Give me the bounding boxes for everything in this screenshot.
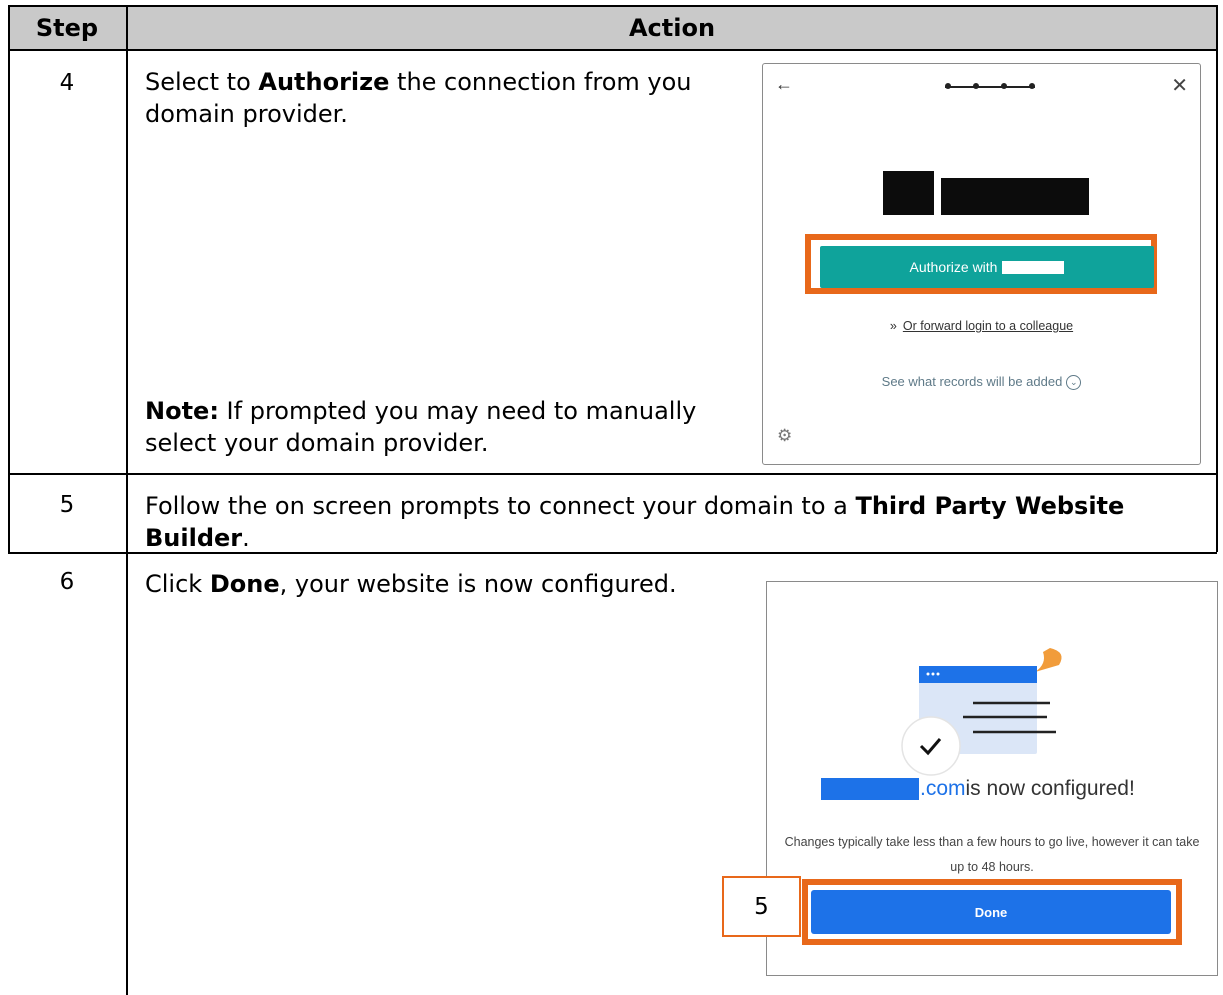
grid-line [1216,5,1218,552]
grid-line [126,5,128,995]
step-5-text: Follow the on screen prompts to connect … [145,492,1125,552]
authorize-dialog-screenshot: ← ✕ Authorize with » Or forward login to … [762,63,1201,465]
chevron-down-icon: ⌄ [1066,375,1082,391]
step-4-note: Note: If prompted you may need to manual… [145,397,697,457]
done-button[interactable]: Done [811,890,1171,934]
step-callout: 5 [722,876,801,937]
see-records-toggle[interactable]: See what records will be added ⌄ [763,374,1200,391]
step-6-text: Click Done, your website is now configur… [145,570,677,598]
header-step: Step [35,13,99,42]
redacted-domain [821,778,919,800]
gear-icon[interactable]: ⚙ [777,426,792,446]
authorize-button[interactable]: Authorize with [820,246,1154,288]
step-number: 6 [59,569,75,595]
configured-dialog-screenshot: .com is now configured! Changes typicall… [766,581,1218,976]
browser-check-illustration [901,648,1062,776]
forward-login: » Or forward login to a colleague [763,319,1200,333]
step-number: 5 [59,492,75,518]
redacted-provider [1002,260,1065,274]
forward-login-link[interactable]: Or forward login to a colleague [903,319,1073,333]
progress-steps [945,83,1035,89]
grid-line [8,49,1217,51]
grid-line [8,5,1217,7]
configured-headline: .com is now configured! [821,777,1135,801]
step-number: 4 [59,70,75,96]
double-chevron-icon: » [889,319,897,333]
configured-subtext: Changes typically take less than a few h… [784,835,1200,874]
step-4-text: Select to Authorize the connection from … [145,68,692,128]
provider-name-redacted [941,178,1089,215]
header-action: Action [628,13,716,42]
provider-logo-redacted [883,171,934,215]
grid-line [8,473,1217,475]
close-icon[interactable]: ✕ [1171,73,1188,98]
arrow-left-icon[interactable]: ← [775,74,793,95]
